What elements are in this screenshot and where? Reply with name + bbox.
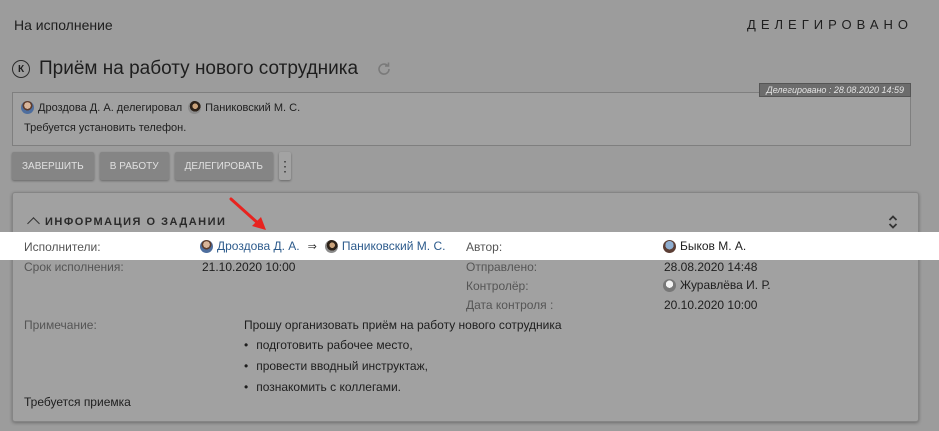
executor-from-link[interactable]: Дроздова Д. А. [217,239,300,253]
more-menu-icon[interactable]: ⋮ [278,152,292,180]
deadline-label: Срок исполнения: [24,260,124,274]
note-label: Примечание: [24,318,97,332]
deadline-value: 21.10.2020 10:00 [202,260,296,274]
delegation-comment: Требуется установить телефон. [24,122,187,134]
author-name: Быков М. А. [680,239,747,253]
page-title: Приём на работу нового сотрудника [39,58,359,79]
delegation-line: Дроздова Д. А. делегировал Паниковский М… [21,101,300,114]
author-value: Быков М. А. [663,239,746,253]
annotation-arrow-icon [229,197,266,230]
top-bar: На исполнение ДЕЛЕГИРОВАНО [0,0,939,50]
avatar [21,101,34,114]
complete-button[interactable]: ЗАВЕРШИТЬ [12,152,94,180]
section-toggle[interactable]: ИНФОРМАЦИЯ О ЗАДАНИИ [27,215,227,230]
delegate-button[interactable]: ДЕЛЕГИРОВАТЬ [174,152,273,180]
author-label: Автор: [466,240,503,254]
task-type-icon: К [12,60,30,78]
avatar [324,239,338,253]
note-intro: Прошу организовать приём на работу новог… [244,318,562,332]
refresh-icon[interactable] [376,61,392,77]
section-title: ИНФОРМАЦИЯ О ЗАДАНИИ [45,215,227,228]
delegation-arrow: ⇒ [307,240,317,253]
note-item: подготовить рабочее место, [244,334,428,355]
acceptance-required: Требуется приемка [24,395,131,409]
note-list: подготовить рабочее место, провести ввод… [244,334,428,397]
control-date-label: Дата контроля : [466,298,554,312]
executor-to-link[interactable]: Паниковский М. С. [342,239,446,253]
executors-label: Исполнители: [24,240,101,254]
delegation-from: Дроздова Д. А. делегировал [38,101,183,114]
controller-label: Контролёр: [466,279,529,293]
delegation-to: Паниковский М. С. [205,101,301,114]
title-row: К Приём на работу нового сотрудника [12,56,392,82]
controller-value: Журавлёва И. Р. [663,278,771,292]
chevron-up-icon [27,217,40,230]
controller-name: Журавлёва И. Р. [680,278,771,292]
expand-collapse-icon[interactable] [888,214,898,230]
breadcrumb[interactable]: На исполнение [14,17,113,33]
status-label: ДЕЛЕГИРОВАНО [747,17,913,32]
avatar [663,239,676,253]
avatar [663,278,676,292]
action-bar: ЗАВЕРШИТЬ В РАБОТУ ДЕЛЕГИРОВАТЬ ⋮ [12,152,292,180]
note-item: познакомить с коллегами. [244,376,428,397]
avatar [188,101,202,114]
sent-label: Отправлено: [466,260,538,274]
note-item: провести вводный инструктаж, [244,355,428,376]
executors-value: Дроздова Д. А. ⇒ Паниковский М. С. [200,239,445,253]
delegation-box: Делегировано : 28.08.2020 14:59 Дроздова… [12,83,911,146]
control-date-value: 20.10.2020 10:00 [664,298,758,312]
sent-value: 28.08.2020 14:48 [664,260,758,274]
to-work-button[interactable]: В РАБОТУ [99,152,169,180]
avatar [200,239,213,253]
delegation-stamp: Делегировано : 28.08.2020 14:59 [759,83,911,97]
